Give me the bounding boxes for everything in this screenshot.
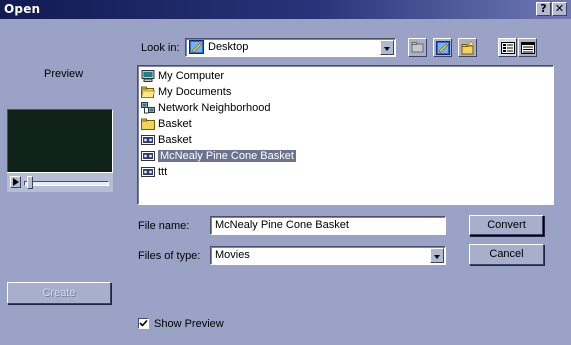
preview-player-bar xyxy=(7,172,113,192)
list-view-button[interactable] xyxy=(498,38,517,57)
file-name-label: File name: xyxy=(138,220,190,232)
create-button[interactable]: Create xyxy=(7,282,111,304)
computer-icon xyxy=(141,70,155,82)
file-name-value: McNealy Pine Cone Basket xyxy=(215,219,349,231)
close-button[interactable]: ✕ xyxy=(552,2,567,16)
look-in-select[interactable]: Desktop xyxy=(185,38,396,57)
look-in-label: Look in: xyxy=(141,42,180,54)
window-title: Open xyxy=(4,2,41,16)
up-folder-button[interactable] xyxy=(408,38,427,57)
details-view-button[interactable] xyxy=(518,38,537,57)
preview-label: Preview xyxy=(44,68,84,80)
list-view-icon xyxy=(501,42,515,54)
list-item-label: ttt xyxy=(158,166,168,178)
list-item[interactable]: My Computer xyxy=(141,68,224,84)
new-folder-icon xyxy=(461,41,475,55)
chevron-down-icon[interactable] xyxy=(380,40,394,55)
checkmark-icon xyxy=(139,319,148,327)
help-button[interactable]: ? xyxy=(536,2,551,16)
movie-file-icon xyxy=(141,166,155,178)
list-item-label: My Computer xyxy=(158,70,225,82)
list-item-label: McNealy Pine Cone Basket xyxy=(158,150,296,162)
look-in-value: Desktop xyxy=(208,41,249,53)
list-item[interactable]: ttt xyxy=(141,164,167,180)
chevron-down-icon[interactable] xyxy=(430,248,444,263)
desktop-icon xyxy=(189,40,204,54)
convert-button[interactable]: Convert xyxy=(469,215,544,236)
show-preview-checkbox[interactable] xyxy=(138,318,149,329)
file-list[interactable]: My Computer My Documents Network Neighbo… xyxy=(137,65,554,205)
play-button[interactable] xyxy=(10,176,21,188)
desktop-icon xyxy=(436,41,450,55)
desktop-button[interactable] xyxy=(433,38,452,57)
list-item[interactable]: My Documents xyxy=(141,84,231,100)
open-dialog: Open ? ✕ Look in: Desktop Preview Create… xyxy=(0,0,571,345)
seek-track[interactable] xyxy=(24,181,109,186)
details-view-icon xyxy=(521,42,535,54)
up-folder-icon xyxy=(411,42,424,53)
list-item[interactable]: Network Neighborhood xyxy=(141,100,271,116)
cancel-button[interactable]: Cancel xyxy=(469,244,544,265)
list-item[interactable]: Basket xyxy=(141,132,192,148)
network-icon xyxy=(141,102,155,114)
file-name-input[interactable]: McNealy Pine Cone Basket xyxy=(210,216,446,235)
seek-thumb[interactable] xyxy=(27,176,33,189)
movie-file-icon xyxy=(141,150,155,162)
files-of-type-select[interactable]: Movies xyxy=(210,246,446,265)
list-item[interactable]: McNealy Pine Cone Basket xyxy=(141,148,296,164)
list-item-label: Network Neighborhood xyxy=(158,102,271,114)
files-of-type-value: Movies xyxy=(215,249,250,261)
play-icon xyxy=(13,178,19,186)
new-folder-button[interactable] xyxy=(458,38,477,57)
title-bar: Open ? ✕ xyxy=(0,0,571,19)
files-of-type-label: Files of type: xyxy=(138,250,201,262)
list-item[interactable]: Basket xyxy=(141,116,192,132)
folder-open-icon xyxy=(141,86,155,98)
show-preview-label: Show Preview xyxy=(154,318,224,330)
list-item-label: Basket xyxy=(158,134,192,146)
list-item-label: Basket xyxy=(158,118,192,130)
list-item-label: My Documents xyxy=(158,86,232,98)
movie-file-icon xyxy=(141,134,155,146)
folder-icon xyxy=(141,118,155,130)
